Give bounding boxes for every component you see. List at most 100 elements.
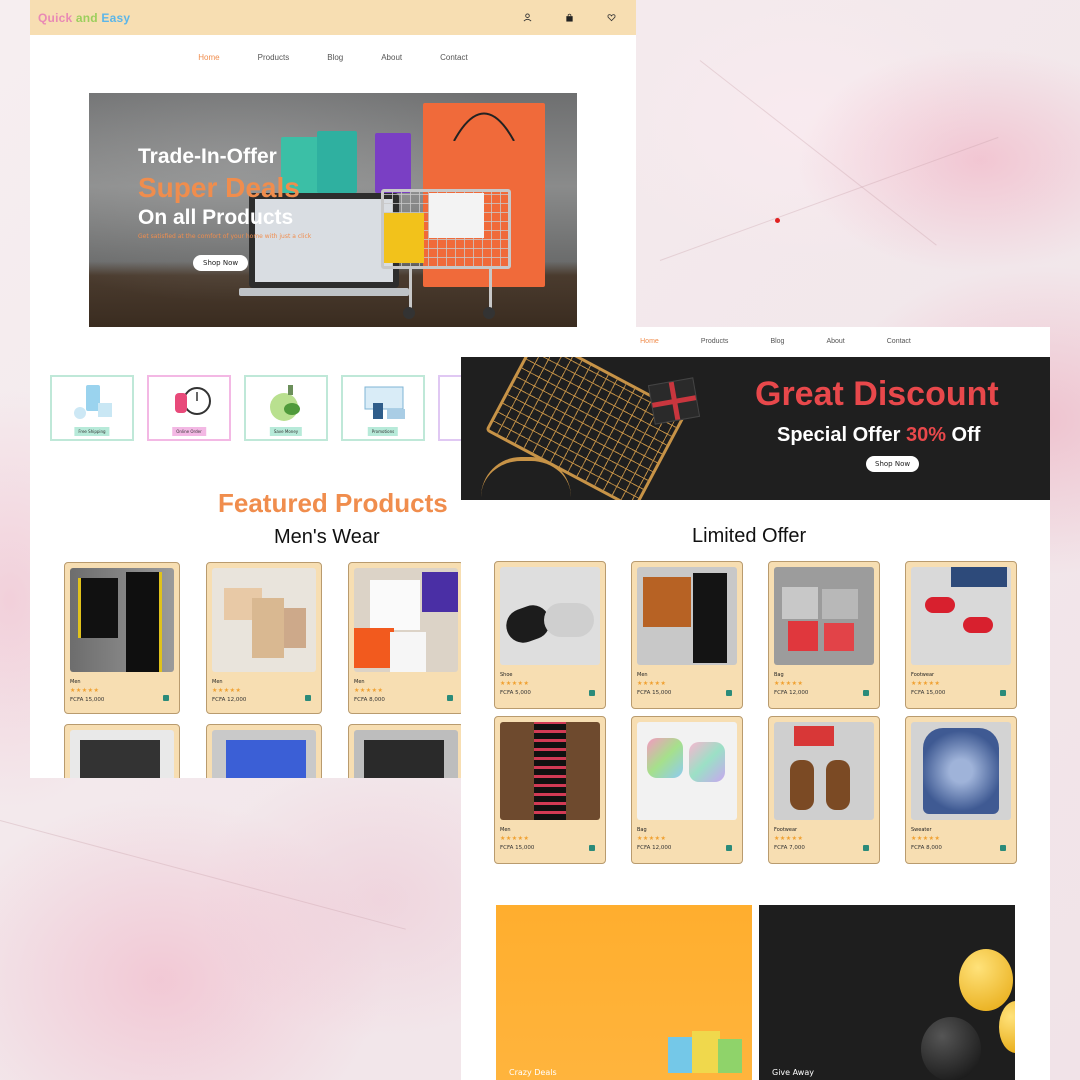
product-card[interactable]: Shoe ★★★★★ FCFA 5,000 xyxy=(494,561,606,709)
jeans-image xyxy=(951,567,1007,587)
product-image xyxy=(212,568,316,672)
feature-card-promotions[interactable]: Promotions xyxy=(341,375,425,441)
product-card[interactable]: Sweater ★★★★★ FCFA 8,000 xyxy=(905,716,1017,864)
product-card[interactable] xyxy=(206,724,322,778)
product-image xyxy=(637,567,737,665)
handbag-image xyxy=(782,587,818,619)
sandal-image xyxy=(826,760,850,810)
bag-icon[interactable] xyxy=(562,11,576,25)
product-price: FCFA 8,000 xyxy=(911,845,942,851)
add-to-cart-icon[interactable] xyxy=(163,695,169,701)
add-to-cart-icon[interactable] xyxy=(726,845,732,851)
nav-blog[interactable]: Blog xyxy=(770,338,784,357)
nav-blog[interactable]: Blog xyxy=(327,53,343,93)
feature-cards: Free Shipping Online Order Save Money Pr… xyxy=(50,375,522,441)
add-to-cart-icon[interactable] xyxy=(305,695,311,701)
product-image xyxy=(354,730,458,778)
product-card[interactable]: Bag ★★★★★ FCFA 12,000 xyxy=(631,716,743,864)
cart-yellow-box-image xyxy=(384,213,424,263)
product-card[interactable]: Bag ★★★★★ FCFA 12,000 xyxy=(768,561,880,709)
nav-home[interactable]: Home xyxy=(640,338,659,357)
product-rating: ★★★★★ xyxy=(70,687,100,694)
top-bar: Quick and Easy xyxy=(30,0,636,35)
product-rating: ★★★★★ xyxy=(354,687,384,694)
site-logo[interactable]: Quick and Easy xyxy=(38,11,130,25)
add-to-cart-icon[interactable] xyxy=(863,690,869,696)
product-image xyxy=(500,722,600,820)
feature-card-save-money[interactable]: Save Money xyxy=(244,375,328,441)
discount-title: Great Discount xyxy=(755,375,999,413)
add-to-cart-icon[interactable] xyxy=(1000,690,1006,696)
shop-now-button[interactable]: Shop Now xyxy=(866,456,920,472)
feature-label: Online Order xyxy=(172,427,206,436)
add-to-cart-icon[interactable] xyxy=(863,845,869,851)
product-price: FCFA 15,000 xyxy=(70,697,105,703)
product-card[interactable]: Footwear ★★★★★ FCFA 7,000 xyxy=(768,716,880,864)
add-to-cart-icon[interactable] xyxy=(726,690,732,696)
product-card[interactable]: Men ★★★★★ FCFA 15,000 xyxy=(494,716,606,864)
save-money-illustration xyxy=(270,385,300,421)
product-name: Bag xyxy=(774,672,784,678)
red-handbag-image xyxy=(788,621,818,651)
gift-bag-image xyxy=(692,1031,720,1073)
offers-page-screenshot: Home Products Blog About Contact Great D… xyxy=(461,327,1050,1080)
nav-about[interactable]: About xyxy=(826,338,844,357)
heart-icon[interactable] xyxy=(604,11,618,25)
product-name: Men xyxy=(500,827,511,833)
nav-about[interactable]: About xyxy=(381,53,402,93)
shopping-bag-image xyxy=(375,133,411,193)
add-to-cart-icon[interactable] xyxy=(1000,845,1006,851)
feature-card-online-order[interactable]: Online Order xyxy=(147,375,231,441)
product-card[interactable]: Men ★★★★★ FCFA 15,000 xyxy=(64,562,180,714)
crazy-deals-banner[interactable]: Crazy Deals xyxy=(496,905,752,1080)
marble-vein xyxy=(699,60,937,246)
shop-now-button[interactable]: Shop Now xyxy=(193,255,249,271)
featured-products-title: Featured Products xyxy=(218,488,448,518)
product-card[interactable]: Footwear ★★★★★ FCFA 15,000 xyxy=(905,561,1017,709)
laptop-base-image xyxy=(239,288,409,296)
add-to-cart-icon[interactable] xyxy=(589,845,595,851)
discount-percent: 30% xyxy=(905,424,946,446)
limited-offer-title: Limited Offer xyxy=(692,525,807,547)
product-rating: ★★★★★ xyxy=(637,835,667,842)
red-heel-image xyxy=(925,597,955,613)
add-to-cart-icon[interactable] xyxy=(447,695,453,701)
header-icons xyxy=(520,11,618,25)
add-to-cart-icon[interactable] xyxy=(589,690,595,696)
product-rating: ★★★★★ xyxy=(911,835,941,842)
product-name: Men xyxy=(70,679,81,685)
graphic-tee-image xyxy=(80,740,160,778)
red-dot xyxy=(775,218,780,223)
product-rating: ★★★★★ xyxy=(500,835,530,842)
mens-wear-title: Men's Wear xyxy=(274,526,380,548)
product-price: FCFA 15,000 xyxy=(500,845,535,851)
slide-shoe-image xyxy=(544,603,594,637)
product-card[interactable]: Men ★★★★★ FCFA 8,000 xyxy=(348,562,464,714)
nav-contact[interactable]: Contact xyxy=(440,53,468,93)
shopping-bag-image xyxy=(317,131,357,193)
nav-contact[interactable]: Contact xyxy=(887,338,911,357)
product-card[interactable] xyxy=(348,724,464,778)
bag-handle-image xyxy=(453,112,515,141)
cart-white-box-image xyxy=(429,193,484,238)
product-card[interactable]: Men ★★★★★ FCFA 15,000 xyxy=(631,561,743,709)
feature-label: Free Shipping xyxy=(74,427,110,436)
product-price: FCFA 12,000 xyxy=(637,845,672,851)
product-card[interactable]: Men ★★★★★ FCFA 12,000 xyxy=(206,562,322,714)
nav-products[interactable]: Products xyxy=(258,53,290,93)
nav-products[interactable]: Products xyxy=(701,338,729,357)
tracksuit-pants-image xyxy=(126,572,162,672)
give-away-banner[interactable]: Give Away xyxy=(759,905,1015,1080)
pop-it-bag-image xyxy=(647,738,683,778)
product-card[interactable] xyxy=(64,724,180,778)
feature-card-free-shipping[interactable]: Free Shipping xyxy=(50,375,134,441)
nav-home[interactable]: Home xyxy=(198,53,219,93)
product-image xyxy=(70,730,174,778)
product-rating: ★★★★★ xyxy=(212,687,242,694)
discount-subtitle: Special Offer 30% Off xyxy=(777,424,980,447)
shoe-box-image xyxy=(794,726,834,746)
product-image xyxy=(354,568,458,672)
tshirt-white-image xyxy=(370,580,420,630)
product-name: Bag xyxy=(637,827,647,833)
user-icon[interactable] xyxy=(520,11,534,25)
